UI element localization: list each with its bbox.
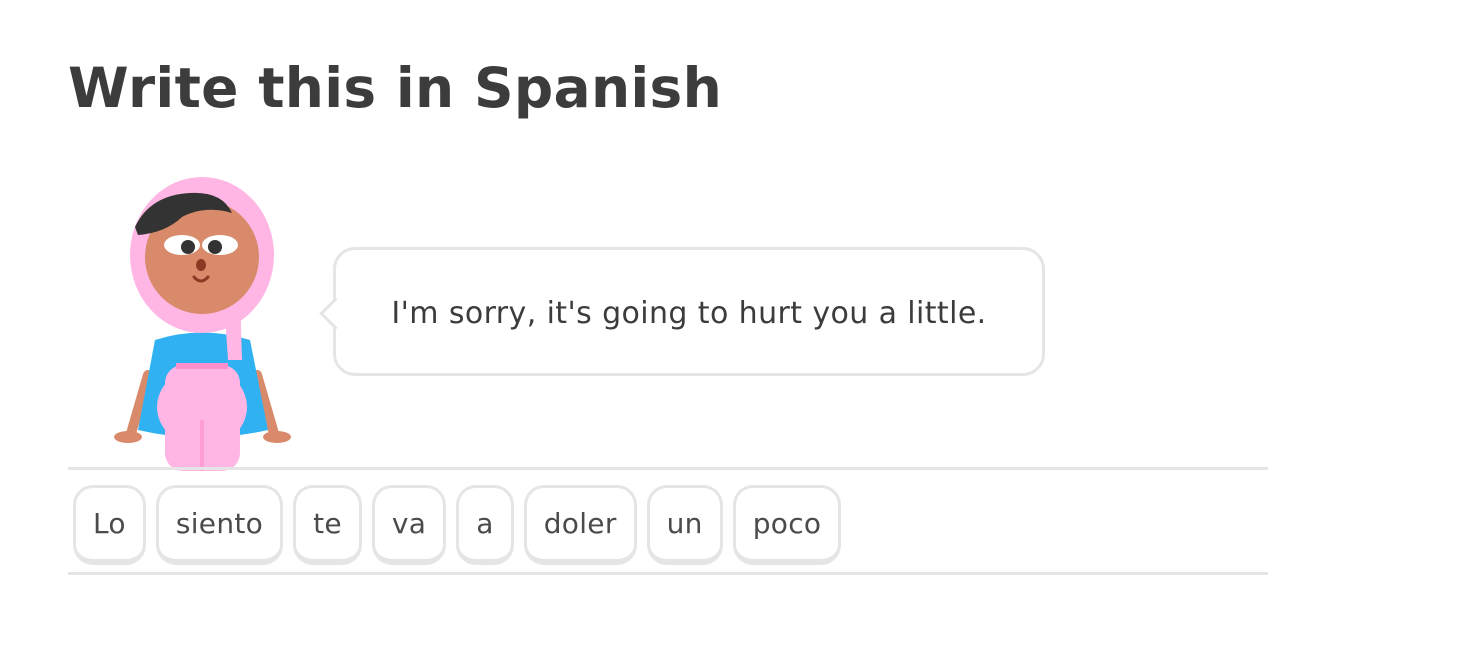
word-tile-lo[interactable]: Lo: [73, 485, 146, 565]
word-tile-a[interactable]: a: [456, 485, 514, 565]
prompt-sentence: I'm sorry, it's going to hurt you a litt…: [391, 296, 987, 331]
answer-area[interactable]: Lo siento te va a doler un poco: [68, 467, 1268, 575]
challenge-title: Write this in Spanish: [68, 56, 723, 120]
word-tile-te[interactable]: te: [293, 485, 362, 565]
character-avatar-icon: [110, 175, 295, 471]
word-tile-poco[interactable]: poco: [732, 485, 842, 565]
word-bank: Lo siento te va a doler un poco: [73, 485, 842, 565]
word-tile-siento[interactable]: siento: [155, 485, 284, 565]
speech-bubble: I'm sorry, it's going to hurt you a litt…: [319, 247, 1045, 376]
word-tile-un[interactable]: un: [646, 485, 723, 565]
word-tile-doler[interactable]: doler: [523, 485, 637, 565]
word-tile-va[interactable]: va: [371, 485, 447, 565]
speech-bubble-tail: [319, 297, 352, 330]
